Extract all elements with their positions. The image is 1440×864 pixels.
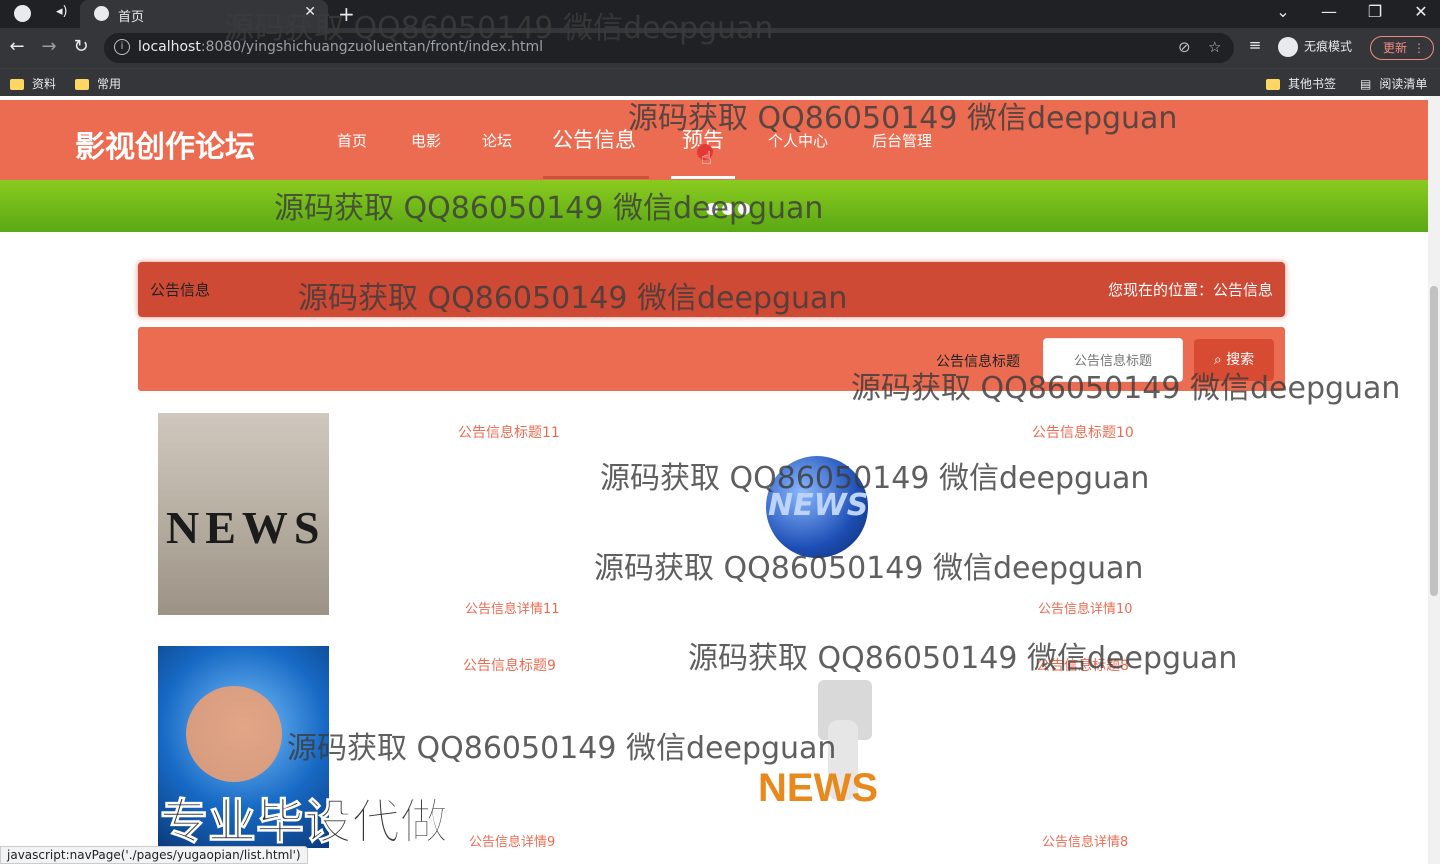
browser-tab-bar: ◂) 首页 ✕ + ⌄ — ❐ ✕ — [0, 0, 1440, 28]
bookmarks-bar: 资料 常用 其他书签 ▤ 阅读清单 — [0, 68, 1440, 96]
carousel-dot[interactable] — [738, 203, 750, 215]
reading-list-label: 阅读清单 — [1379, 77, 1428, 91]
minimize-icon[interactable]: — — [1314, 2, 1344, 21]
address-bar: ← → ↻ i localhost:8080/yingshichuangzuol… — [0, 28, 1440, 68]
nav-home[interactable]: 首页 — [337, 130, 367, 176]
more-menu-icon[interactable]: ⋮ — [1413, 37, 1425, 59]
tab-title: 首页 — [118, 10, 145, 25]
search-icon: ⌕ — [1213, 352, 1227, 368]
status-bar-url: javascript:navPage('./pages/yugaopian/li… — [0, 846, 308, 864]
search-button-label: 搜索 — [1226, 352, 1255, 368]
nav-forum[interactable]: 论坛 — [482, 130, 512, 176]
url-path: :8080/yingshichuangzuoluentan/front/inde… — [200, 39, 544, 55]
forward-icon[interactable]: → — [38, 36, 60, 57]
url-text: localhost:8080/yingshichuangzuoluentan/f… — [138, 39, 543, 55]
url-input[interactable]: i localhost:8080/yingshichuangzuoluentan… — [104, 33, 1234, 63]
item-title[interactable]: 公告信息标题10 — [1032, 422, 1134, 442]
folder-icon — [10, 79, 24, 90]
news-globe-image[interactable]: NEWS — [766, 456, 868, 558]
reading-mode-icon[interactable]: ≡ — [1244, 36, 1266, 54]
close-tab-icon[interactable]: ✕ — [304, 4, 316, 20]
reading-list[interactable]: ▤ 阅读清单 — [1360, 75, 1427, 92]
site-header: 影视创作论坛 首页 电影 论坛 公告信息 预告 个人中心 后台管理 ☝ — [0, 100, 1428, 180]
update-button[interactable]: 更新 ⋮ — [1370, 36, 1434, 60]
back-icon[interactable]: ← — [6, 36, 28, 57]
nav-profile[interactable]: 个人中心 — [768, 130, 828, 176]
close-window-icon[interactable]: ✕ — [1406, 2, 1436, 21]
search-bar: 公告信息标题 ⌕ 搜索 — [138, 327, 1285, 391]
nav-active-underline — [543, 176, 649, 179]
new-tab-button[interactable]: + — [338, 2, 355, 26]
item-detail: 公告信息详情9 — [469, 835, 556, 850]
search-button[interactable]: ⌕ 搜索 — [1194, 339, 1274, 381]
other-bookmarks[interactable]: 其他书签 — [1266, 75, 1336, 92]
globe-icon — [94, 6, 109, 21]
news-reader-image[interactable]: NEWS — [758, 680, 888, 820]
folder-icon — [1266, 79, 1280, 90]
item-detail: 公告信息详情11 — [465, 602, 560, 617]
blocked-icon[interactable]: ⊘ — [1178, 38, 1191, 56]
breadcrumb-bar: 公告信息 您现在的位置：公告信息 — [138, 262, 1285, 317]
item-title[interactable]: 公告信息标题8 — [1036, 655, 1129, 675]
bookmark-label: 常用 — [97, 77, 122, 91]
site-title: 影视创作论坛 — [75, 130, 255, 165]
bookmark-folder-1[interactable]: 资料 — [10, 75, 56, 92]
item-title[interactable]: 公告信息标题11 — [458, 422, 560, 442]
section-heading: 公告信息 — [150, 281, 211, 299]
carousel-dot[interactable] — [722, 203, 734, 215]
ad-overlay-text: 专业毕设代做 — [159, 794, 449, 851]
restore-icon[interactable]: ❐ — [1360, 2, 1390, 21]
bookmark-star-icon[interactable]: ☆ — [1208, 38, 1221, 56]
breadcrumb: 您现在的位置：公告信息 — [1107, 281, 1273, 299]
incognito-label: 无痕模式 — [1304, 39, 1353, 54]
reload-icon[interactable]: ↻ — [70, 36, 92, 57]
bookmark-label: 资料 — [32, 77, 57, 91]
scrollbar-thumb[interactable] — [1430, 286, 1438, 596]
site-info-icon[interactable]: i — [114, 39, 130, 55]
other-bookmarks-label: 其他书签 — [1288, 77, 1337, 91]
page-viewport: 影视创作论坛 首页 电影 论坛 公告信息 预告 个人中心 后台管理 ☝ 公告信息… — [0, 96, 1428, 864]
item-detail: 公告信息详情8 — [1042, 835, 1129, 850]
page-scrollbar[interactable] — [1428, 96, 1440, 864]
news-cubes-image[interactable]: NEWS — [158, 413, 329, 615]
url-host: localhost — [138, 39, 201, 55]
carousel-dots[interactable] — [706, 200, 754, 219]
nav-movies[interactable]: 电影 — [411, 130, 441, 176]
incognito-indicator[interactable]: 无痕模式 — [1278, 37, 1352, 57]
mute-icon[interactable]: ◂) — [56, 4, 68, 19]
nav-admin[interactable]: 后台管理 — [872, 130, 932, 176]
search-input[interactable] — [1043, 338, 1183, 382]
item-title[interactable]: 公告信息标题9 — [463, 655, 556, 675]
item-detail: 公告信息详情10 — [1038, 602, 1133, 617]
incognito-icon — [1278, 37, 1298, 57]
carousel-dot[interactable] — [706, 203, 718, 215]
chrome-icon[interactable] — [14, 5, 31, 22]
reading-list-icon: ▤ — [1360, 77, 1372, 91]
active-tab[interactable]: 首页 ✕ — [80, 0, 328, 28]
update-label: 更新 — [1383, 41, 1408, 55]
cursor-pointer-icon: ☝ — [697, 144, 715, 169]
search-label: 公告信息标题 — [936, 354, 1020, 370]
nav-hover-underline — [671, 176, 735, 179]
bookmark-folder-2[interactable]: 常用 — [75, 75, 121, 92]
folder-icon — [75, 79, 89, 90]
nav-announcements[interactable]: 公告信息 — [552, 124, 636, 170]
tab-search-icon[interactable]: ⌄ — [1268, 2, 1298, 21]
